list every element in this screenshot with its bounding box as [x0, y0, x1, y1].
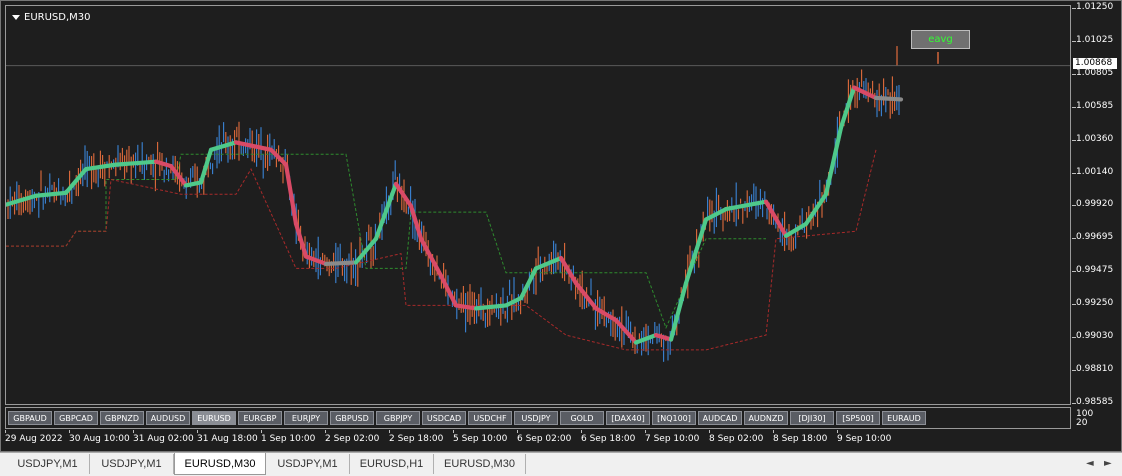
price-label: 0.98810	[1076, 363, 1114, 374]
price-chart[interactable]: EURUSD,M30 eavg	[5, 5, 1071, 405]
time-label: 31 Aug 02:00	[133, 434, 194, 444]
chart-canvas	[6, 46, 1070, 362]
time-label: 2 Sep 02:00	[325, 434, 380, 444]
symbol-button-nq100[interactable]: [NQ100]	[652, 411, 696, 425]
time-tick	[5, 430, 6, 433]
chart-tab-4[interactable]: USDJPY,M1	[266, 454, 350, 474]
moving-average-segment	[183, 180, 204, 188]
price-label: 0.99250	[1076, 298, 1114, 309]
symbol-button-eurusd[interactable]: EURUSD	[192, 411, 236, 425]
moving-average-segment	[453, 303, 479, 311]
price-label: 0.99920	[1076, 199, 1114, 210]
time-label: 6 Sep 02:00	[517, 434, 572, 444]
moving-average-segment	[873, 95, 904, 102]
chart-title-text: EURUSD,M30	[24, 12, 91, 23]
time-label: 6 Sep 18:00	[581, 434, 636, 444]
price-axis[interactable]: 1.01250 1.01025 1.00805 1.00585 1.00360 1.001…	[1072, 1, 1122, 453]
time-label: 8 Sep 02:00	[709, 434, 764, 444]
moving-average-segment	[113, 159, 159, 167]
time-tick	[69, 430, 70, 433]
symbol-button-gbpusd[interactable]: GBPUSD	[330, 411, 374, 425]
moving-average-segment	[683, 217, 709, 286]
time-label: 29 Aug 2022	[5, 434, 63, 444]
time-tick	[709, 430, 710, 433]
time-label: 5 Sep 10:00	[453, 434, 508, 444]
symbol-button-gbpaud[interactable]: GBPAUD	[8, 411, 52, 425]
chart-title[interactable]: EURUSD,M30	[12, 12, 90, 23]
time-label: 2 Sep 18:00	[389, 434, 444, 444]
moving-average-segment	[573, 281, 599, 311]
tab-scroll-right-icon[interactable]: ►	[1104, 458, 1112, 469]
chart-tab-6[interactable]: EURUSD,M30	[434, 454, 526, 474]
price-label: 0.99695	[1076, 232, 1114, 243]
chart-tab-2[interactable]: USDJPY,M1	[90, 454, 174, 474]
moving-average-segment	[823, 125, 844, 197]
time-tick	[453, 430, 454, 433]
chart-window[interactable]: EURUSD,M30 eavg 1.01250 1.01025 1.00805 1.0…	[0, 0, 1122, 452]
price-label: 0.99030	[1076, 331, 1114, 341]
symbol-button-euraud[interactable]: EURAUD	[882, 411, 926, 425]
chart-tab-5[interactable]: EURUSD,H1	[350, 454, 434, 474]
symbol-button-eurgbp[interactable]: EURGBP	[238, 411, 282, 425]
time-label: 8 Sep 18:00	[773, 434, 828, 444]
price-label: 1.00805	[1076, 67, 1114, 78]
symbol-button-eurjpy[interactable]: EURJPY	[284, 411, 328, 425]
symbol-button-usdcad[interactable]: USDCAD	[422, 411, 466, 425]
symbol-button-gbpcad[interactable]: GBPCAD	[54, 411, 98, 425]
symbol-button-usdchf[interactable]: USDCHF	[468, 411, 512, 425]
price-label: 1.00360	[1076, 133, 1114, 144]
symbol-button-audusd[interactable]: AUDUSD	[146, 411, 190, 425]
symbol-button-gold[interactable]: GOLD	[560, 411, 604, 425]
time-tick	[773, 430, 774, 433]
time-label: 7 Sep 10:00	[645, 434, 700, 444]
time-tick	[389, 430, 390, 433]
channel-upper-line	[6, 153, 766, 330]
time-label: 9 Sep 10:00	[837, 434, 892, 444]
price-label: 1.01025	[1076, 34, 1114, 45]
time-tick	[133, 430, 134, 433]
time-label: 31 Aug 18:00	[197, 434, 258, 444]
sub-axis-bottom-label: 20	[1076, 418, 1088, 428]
time-tick	[837, 430, 838, 433]
time-tick	[261, 430, 262, 433]
price-label: 1.00140	[1076, 166, 1114, 177]
eavg-button[interactable]: eavg	[911, 30, 970, 49]
moving-average-segment	[838, 85, 857, 130]
time-axis[interactable]: 29 Aug 2022 30 Aug 10:00 31 Aug 02:00 31 Au…	[5, 430, 1071, 450]
moving-average-segment	[323, 260, 359, 267]
current-price-label: 1.00868	[1073, 58, 1117, 69]
price-label: 1.01250	[1076, 2, 1114, 12]
symbol-button-sp500[interactable]: [SP500]	[836, 411, 880, 425]
moving-average-segment	[473, 303, 509, 311]
moving-average-segment	[653, 332, 674, 342]
time-tick	[581, 430, 582, 433]
symbol-bar: GBPAUD GBPCAD GBPNZD AUDUSD EURUSD EURGBP EURJ…	[5, 407, 1071, 429]
time-tick	[197, 430, 198, 433]
symbol-button-audcad[interactable]: AUDCAD	[698, 411, 742, 425]
symbol-button-gbpnzd[interactable]: GBPNZD	[100, 411, 144, 425]
time-tick	[325, 430, 326, 433]
moving-average-segment	[418, 236, 444, 278]
symbol-button-dji30[interactable]: [DJI30]	[790, 411, 834, 425]
price-label: 0.99475	[1076, 265, 1114, 276]
chart-tab-1[interactable]: USDJPY,M1	[6, 454, 90, 474]
time-label: 1 Sep 10:00	[261, 434, 316, 444]
symbol-button-gbpjpy[interactable]: GBPJPY	[376, 411, 420, 425]
symbol-button-audnzd[interactable]: AUDNZD	[744, 411, 788, 425]
chart-tab-3[interactable]: EURUSD,M30	[174, 453, 266, 475]
tab-scroll-left-icon[interactable]: ◄	[1086, 458, 1094, 469]
price-label: 1.00585	[1076, 100, 1114, 111]
dropdown-triangle-icon[interactable]	[12, 15, 20, 20]
time-label: 30 Aug 10:00	[69, 434, 130, 444]
moving-average-segment	[533, 255, 564, 271]
chart-tab-bar: USDJPY,M1 USDJPY,M1 EURUSD,M30 USDJPY,M1 EUR…	[0, 452, 1122, 476]
time-tick	[517, 430, 518, 433]
price-label: 0.98585	[1076, 396, 1114, 407]
moving-average-segment	[153, 159, 174, 169]
symbol-button-usdjpy[interactable]: USDJPY	[514, 411, 558, 425]
symbol-button-dax40[interactable]: [DAX40]	[606, 411, 650, 425]
time-tick	[645, 430, 646, 433]
moving-average-segment	[33, 190, 69, 198]
